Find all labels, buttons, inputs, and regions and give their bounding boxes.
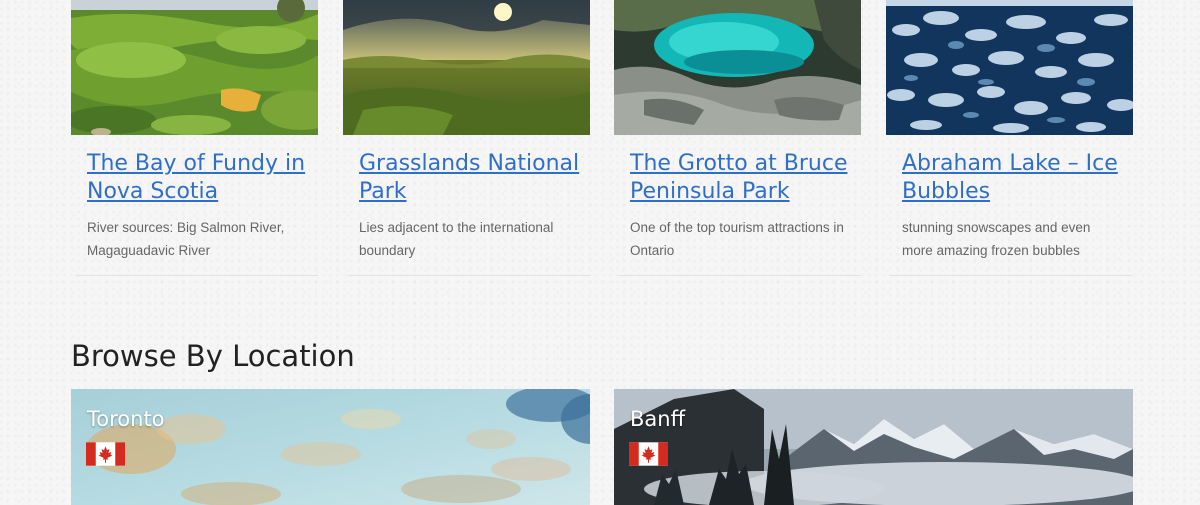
attraction-card: The Grotto at Bruce Peninsula Park One o… <box>614 0 861 276</box>
location-name: Toronto <box>87 407 165 431</box>
card-divider <box>347 275 590 276</box>
attraction-card: Grasslands National Park Lies adjacent t… <box>343 0 590 276</box>
attraction-image-ice-bubbles[interactable] <box>886 0 1133 135</box>
card-divider <box>890 275 1133 276</box>
attraction-title-link[interactable]: The Grotto at Bruce Peninsula Park <box>630 150 858 206</box>
card-divider <box>618 275 861 276</box>
attraction-title-link[interactable]: Grasslands National Park <box>359 150 587 206</box>
attraction-title-link[interactable]: The Bay of Fundy in Nova Scotia <box>87 150 315 206</box>
attraction-description: One of the top tourism attractions in On… <box>630 220 844 258</box>
attraction-card: Abraham Lake – Ice Bubbles stunning snow… <box>886 0 1133 276</box>
attraction-description: Lies adjacent to the international bound… <box>359 220 554 258</box>
location-card-toronto[interactable]: Toronto <box>71 389 590 505</box>
attraction-title-link[interactable]: Abraham Lake – Ice Bubbles <box>902 150 1130 206</box>
canada-flag-icon <box>629 442 668 466</box>
attraction-image-grasslands[interactable] <box>343 0 590 135</box>
attraction-card: The Bay of Fundy in Nova Scotia River so… <box>71 0 318 276</box>
canada-flag-icon <box>86 442 125 466</box>
browse-by-location-heading: Browse By Location <box>71 339 355 373</box>
attraction-image-bay-of-fundy[interactable] <box>71 0 318 135</box>
card-divider <box>75 275 318 276</box>
attraction-cards: The Bay of Fundy in Nova Scotia River so… <box>71 0 1133 276</box>
attraction-description: River sources: Big Salmon River, Magagua… <box>87 220 285 258</box>
location-name: Banff <box>630 407 686 431</box>
location-card-banff[interactable]: Banff <box>614 389 1133 505</box>
banff-photo <box>614 389 1133 505</box>
attraction-description: stunning snowscapes and even more amazin… <box>902 220 1091 258</box>
attraction-image-grotto[interactable] <box>614 0 861 135</box>
